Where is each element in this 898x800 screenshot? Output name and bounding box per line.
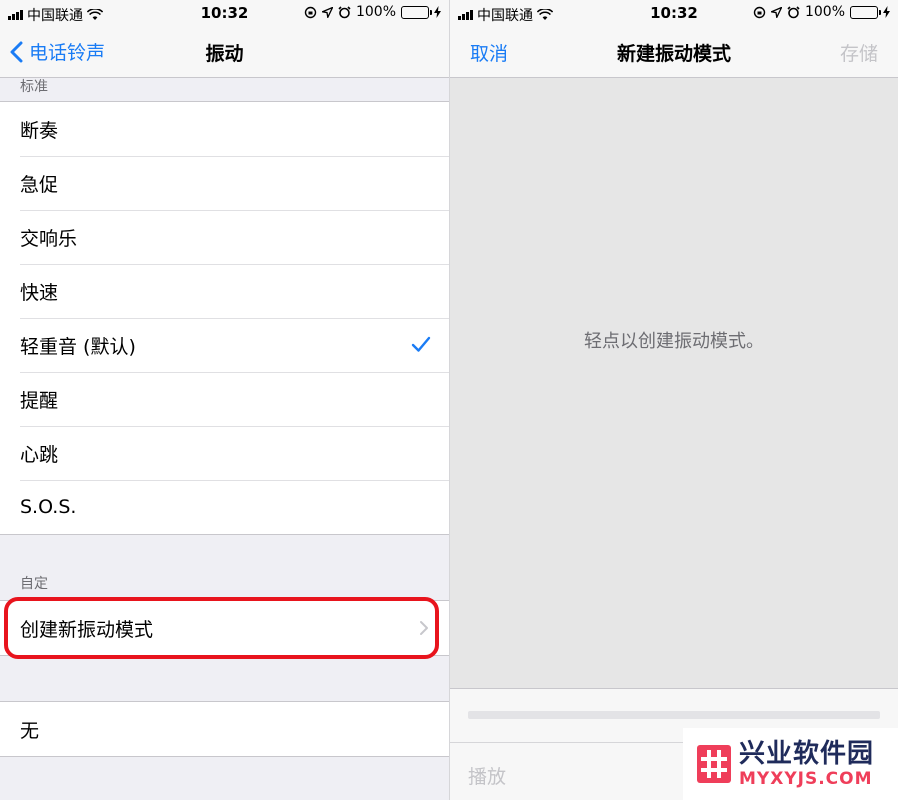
- list-item[interactable]: 急促: [0, 156, 449, 210]
- chevron-right-icon: [420, 621, 428, 635]
- list-item-label: 交响乐: [20, 227, 78, 250]
- play-button[interactable]: 播放: [468, 762, 506, 789]
- list-item-label: 快速: [20, 281, 59, 304]
- list-item-selected[interactable]: 轻重音 (默认): [0, 318, 449, 372]
- list-item-label: 急促: [20, 173, 59, 196]
- list-item-none[interactable]: 无: [0, 702, 449, 756]
- checkmark-icon: [411, 336, 431, 352]
- status-bar: 中国联通 10:32 100%: [0, 0, 449, 26]
- list-item-label: 无: [20, 719, 40, 742]
- battery-percent: 100%: [804, 4, 845, 20]
- page-title: 振动: [205, 43, 244, 65]
- playback-progress-track: [468, 711, 880, 719]
- status-right-group: 100%: [304, 4, 441, 20]
- save-button[interactable]: 存储: [840, 39, 878, 66]
- watermark-logo-icon: [697, 745, 731, 783]
- list-item-label: 轻重音 (默认): [20, 335, 136, 358]
- list-item[interactable]: 交响乐: [0, 210, 449, 264]
- watermark: 兴业软件园 MYXYJS.COM: [683, 728, 898, 800]
- status-right-group: 100%: [753, 4, 890, 20]
- watermark-en: MYXYJS.COM: [739, 769, 873, 789]
- tap-hint: 轻点以创建振动模式。: [584, 331, 764, 352]
- custom-list: 创建新振动模式: [0, 600, 449, 656]
- alarm-icon: [787, 5, 800, 18]
- list-item[interactable]: S.O.S.: [0, 480, 449, 534]
- charging-icon: [434, 6, 441, 18]
- list-item-label: 断奏: [20, 119, 59, 142]
- standard-list: 断奏 急促 交响乐 快速 轻重音 (默认) 提醒 心跳 S.O.S.: [0, 101, 449, 535]
- alarm-icon: [338, 5, 351, 18]
- list-item[interactable]: 提醒: [0, 372, 449, 426]
- list-item-label: 心跳: [20, 443, 59, 466]
- page-title: 新建振动模式: [616, 43, 731, 65]
- list-item[interactable]: 心跳: [0, 426, 449, 480]
- location-icon: [321, 6, 333, 18]
- list-item-label: S.O.S.: [20, 496, 77, 518]
- none-list: 无: [0, 701, 449, 757]
- nav-bar: 取消 新建振动模式 存储: [450, 26, 898, 78]
- create-vibration-button[interactable]: 创建新振动模式: [0, 601, 449, 655]
- nav-bar: 电话铃声 振动: [0, 26, 449, 78]
- list-item[interactable]: 快速: [0, 264, 449, 318]
- status-bar: 中国联通 10:32 100%: [450, 0, 898, 26]
- rotation-lock-icon: [304, 6, 317, 18]
- section-header-standard: 标准: [20, 79, 48, 95]
- tap-area[interactable]: 轻点以创建振动模式。: [450, 78, 898, 688]
- battery-icon: [850, 5, 881, 19]
- watermark-cn: 兴业软件园: [739, 739, 875, 769]
- watermark-text: 兴业软件园 MYXYJS.COM: [739, 739, 874, 789]
- list-item-label: 提醒: [20, 389, 59, 412]
- list-item[interactable]: 断奏: [0, 102, 449, 156]
- vibration-settings-screen: 中国联通 10:32 100% 电话铃声 振动 标准 断奏 急促 交响乐 快速 …: [0, 0, 449, 800]
- charging-icon: [883, 6, 890, 18]
- new-vibration-screen: 中国联通 10:32 100% 取消 新建振动模式 存储 轻点以创建振动模式。 …: [449, 0, 898, 800]
- battery-icon: [401, 5, 432, 19]
- rotation-lock-icon: [753, 6, 766, 18]
- battery-percent: 100%: [355, 4, 396, 20]
- location-icon: [770, 6, 782, 18]
- section-header-custom: 自定: [20, 576, 48, 592]
- create-vibration-label: 创建新振动模式: [20, 618, 154, 641]
